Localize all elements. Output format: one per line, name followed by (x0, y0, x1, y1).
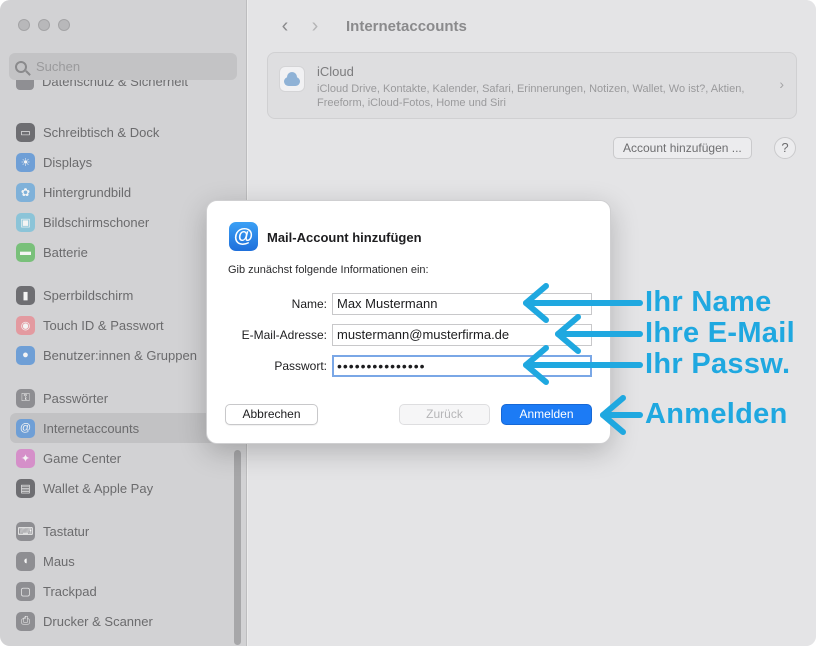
arrow-login-icon (600, 395, 643, 435)
arrow-name-icon (523, 283, 643, 323)
arrow-password-icon (523, 345, 643, 385)
settings-window: Suchen Datenschutz & Sicherheit ▭ Schrei… (0, 0, 816, 646)
annotation-name: Ihr Name (645, 286, 772, 318)
arrow-email-icon (555, 314, 643, 354)
annotation-email: Ihre E-Mail (645, 317, 795, 349)
annotation-password: Ihr Passw. (645, 348, 791, 380)
annotation-login: Anmelden (645, 398, 788, 430)
